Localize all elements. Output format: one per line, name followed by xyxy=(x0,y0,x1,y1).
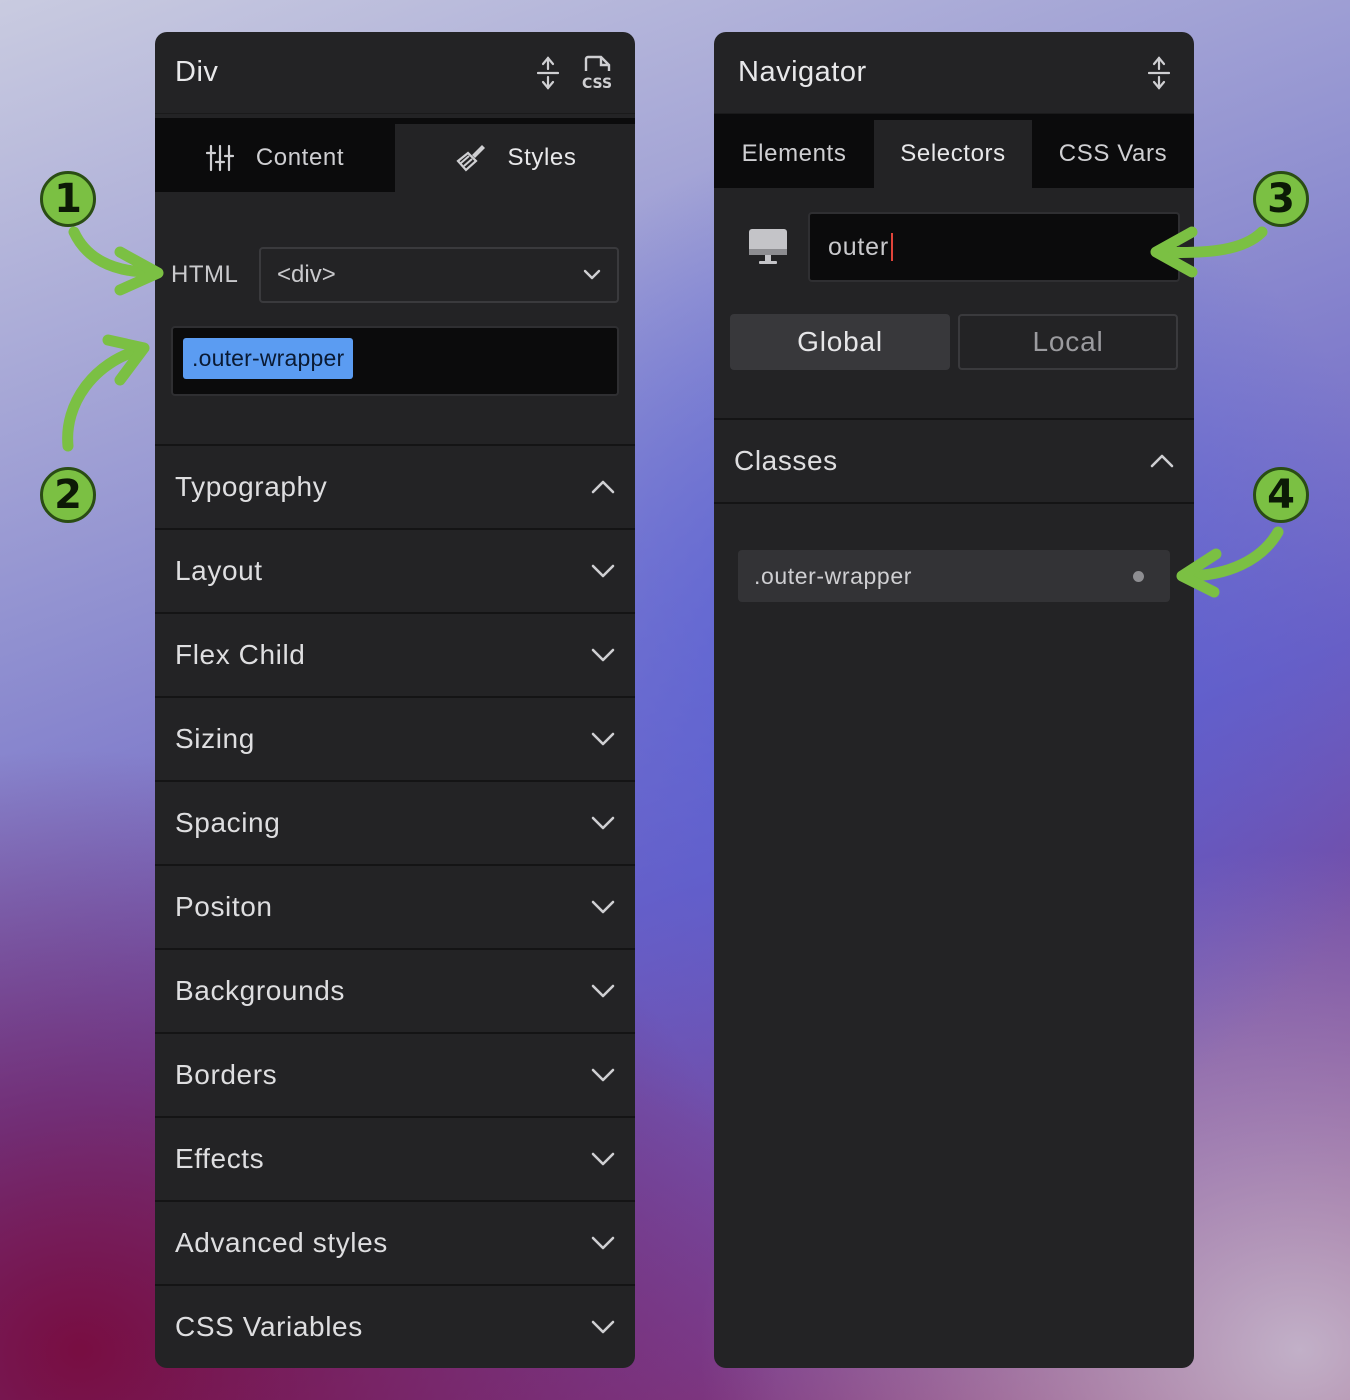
collapse-expand-icon[interactable] xyxy=(537,55,559,90)
chevron-down-icon xyxy=(591,816,615,830)
text-caret xyxy=(890,233,893,261)
search-value: outer xyxy=(828,232,889,261)
chevron-down-icon xyxy=(591,1152,615,1166)
chevron-down-icon xyxy=(591,1236,615,1250)
svg-text:CSS: CSS xyxy=(582,76,612,91)
annotation-badge-1: 1 xyxy=(40,171,96,227)
tab-label: Selectors xyxy=(900,140,1006,167)
chevron-up-icon xyxy=(1150,454,1174,468)
tab-selectors[interactable]: Selectors xyxy=(874,120,1032,188)
chevron-down-icon xyxy=(591,1320,615,1334)
style-sections: Typography Layout Flex Child Sizing Spac… xyxy=(155,444,635,1368)
chevron-down-icon xyxy=(591,564,615,578)
class-selector-input[interactable]: .outer-wrapper xyxy=(171,326,619,396)
html-label: HTML xyxy=(171,261,239,288)
section-label: Effects xyxy=(175,1143,265,1174)
tab-label: Elements xyxy=(741,140,847,167)
html-tag-row: HTML <div> xyxy=(171,247,619,303)
panel-header: Div CSS xyxy=(155,32,635,114)
section-label: Layout xyxy=(175,555,263,586)
section-backgrounds[interactable]: Backgrounds xyxy=(155,948,635,1032)
section-css-variables[interactable]: CSS Variables xyxy=(155,1284,635,1368)
chevron-down-icon xyxy=(583,269,601,281)
section-label: Backgrounds xyxy=(175,975,346,1006)
brush-icon xyxy=(454,143,486,173)
tab-label: CSS Vars xyxy=(1058,140,1168,167)
status-dot xyxy=(1133,570,1144,582)
classes-section-header[interactable]: Classes xyxy=(714,418,1194,504)
section-label: Positon xyxy=(175,891,273,922)
chevron-down-icon xyxy=(591,900,615,914)
navigator-panel: Navigator Elements Selectors CSS Vars ou… xyxy=(714,32,1194,1368)
selector-search-input[interactable]: outer xyxy=(808,212,1180,282)
annotation-badge-2: 2 xyxy=(40,467,96,523)
section-label: Typography xyxy=(175,471,328,502)
section-label: Flex Child xyxy=(175,639,306,670)
html-tag-value: <div> xyxy=(277,261,336,288)
panel-title: Navigator xyxy=(738,56,867,88)
global-button[interactable]: Global xyxy=(730,314,950,370)
navigator-tabbar: Elements Selectors CSS Vars xyxy=(714,114,1194,188)
section-sizing[interactable]: Sizing xyxy=(155,696,635,780)
section-advanced-styles[interactable]: Advanced styles xyxy=(155,1200,635,1284)
collapse-expand-icon[interactable] xyxy=(1148,55,1170,90)
annotation-badge-3: 3 xyxy=(1253,171,1309,227)
chevron-down-icon xyxy=(591,984,615,998)
class-item-label: .outer-wrapper xyxy=(754,562,912,589)
selector-search-row: outer xyxy=(748,212,1180,282)
section-label: Spacing xyxy=(175,807,281,838)
section-label: Advanced styles xyxy=(175,1227,388,1258)
section-position[interactable]: Positon xyxy=(155,864,635,948)
section-spacing[interactable]: Spacing xyxy=(155,780,635,864)
section-layout[interactable]: Layout xyxy=(155,528,635,612)
panel-header: Navigator xyxy=(714,32,1194,114)
class-list-item[interactable]: .outer-wrapper xyxy=(738,550,1170,602)
sliders-icon xyxy=(205,144,234,172)
class-chip[interactable]: .outer-wrapper xyxy=(183,338,354,379)
annotation-badge-4: 4 xyxy=(1253,467,1309,523)
chevron-down-icon xyxy=(591,648,615,662)
panel-title: Div xyxy=(175,56,219,88)
classes-header-label: Classes xyxy=(734,445,838,476)
html-tag-select[interactable]: <div> xyxy=(259,247,619,303)
local-button[interactable]: Local xyxy=(958,314,1178,370)
tab-styles[interactable]: Styles xyxy=(395,124,635,192)
css-file-icon[interactable]: CSS xyxy=(581,55,615,91)
section-label: Borders xyxy=(175,1059,278,1090)
section-label: Sizing xyxy=(175,723,255,754)
section-effects[interactable]: Effects xyxy=(155,1116,635,1200)
tab-label: Content xyxy=(255,144,345,171)
section-borders[interactable]: Borders xyxy=(155,1032,635,1116)
chevron-up-icon xyxy=(591,480,615,494)
tab-elements[interactable]: Elements xyxy=(714,120,874,188)
tab-css-vars[interactable]: CSS Vars xyxy=(1032,120,1194,188)
scope-toggle: Global Local xyxy=(730,314,1178,370)
desktop-icon[interactable] xyxy=(748,228,788,266)
section-label: CSS Variables xyxy=(175,1311,363,1342)
chevron-down-icon xyxy=(591,1068,615,1082)
left-tabbar: Content Styles xyxy=(155,118,635,192)
element-settings-panel: Div CSS Content Styles HTML <div> .outer… xyxy=(155,32,635,1368)
section-typography[interactable]: Typography xyxy=(155,444,635,528)
section-flex-child[interactable]: Flex Child xyxy=(155,612,635,696)
tab-content[interactable]: Content xyxy=(155,124,395,192)
tab-label: Styles xyxy=(507,144,577,171)
chevron-down-icon xyxy=(591,732,615,746)
